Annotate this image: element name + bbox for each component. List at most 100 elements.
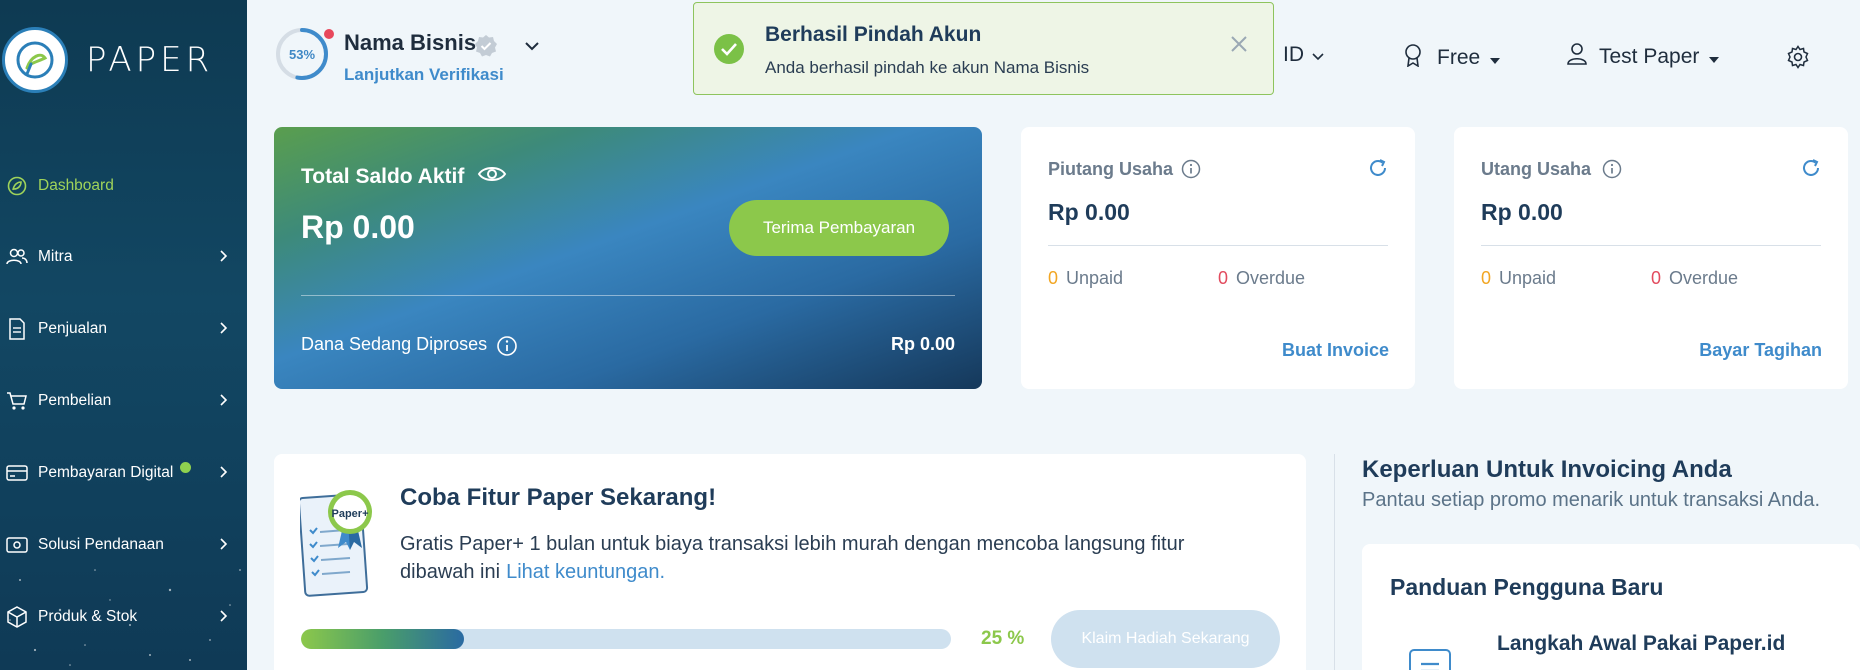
total-balance-card: Total Saldo Aktif Rp 0.00 Terima Pembaya…: [274, 127, 982, 389]
promo-title: Coba Fitur Paper Sekarang!: [400, 484, 717, 511]
sidebar-item-penjualan[interactable]: Penjualan: [0, 309, 247, 349]
guide-document-icon: [1408, 648, 1452, 670]
new-user-guide-card: Panduan Pengguna Baru Langkah Awal Pakai…: [1362, 544, 1860, 670]
success-toast: Berhasil Pindah Akun Anda berhasil pinda…: [693, 2, 1274, 95]
invoicing-subtitle: Pantau setiap promo menarik untuk transa…: [1362, 489, 1821, 511]
user-name: Test Paper: [1599, 45, 1700, 68]
refresh-icon[interactable]: [1367, 157, 1389, 184]
logo[interactable]: PAPER: [2, 27, 213, 93]
plan-label: Free: [1437, 46, 1481, 69]
payables-amount: Rp 0.00: [1481, 199, 1563, 225]
notification-dot: [324, 29, 334, 39]
chevron-right-icon: [220, 393, 228, 411]
business-name: Nama Bisnis: [344, 30, 477, 55]
receivables-amount: Rp 0.00: [1048, 199, 1130, 225]
chevron-right-icon: [220, 249, 228, 267]
gear-icon: [1786, 45, 1810, 75]
chevron-right-icon: [220, 465, 228, 483]
leaf-icon: [5, 174, 29, 198]
settings-button[interactable]: [1786, 45, 1810, 75]
medal-icon: [1403, 43, 1423, 73]
promo-progress-bar: [301, 629, 951, 649]
verification-percent: 53%: [288, 46, 316, 62]
processing-funds-label: Dana Sedang Diproses: [301, 334, 488, 354]
invoicing-title: Keperluan Untuk Invoicing Anda: [1362, 456, 1732, 483]
card-icon: [5, 461, 29, 485]
promo-description: Gratis Paper+ 1 bulan untuk biaya transa…: [400, 530, 1250, 586]
sidebar: PAPER Dashboard Mitra Penjualan Pembelia…: [0, 0, 247, 670]
paper-plus-badge: Paper+: [332, 508, 369, 520]
users-icon: [5, 245, 29, 269]
payables-card: Utang Usaha Rp 0.00 0 Unpaid 0 Overdue Bay…: [1454, 127, 1848, 389]
receive-payment-button[interactable]: Terima Pembayaran: [729, 200, 949, 256]
document-icon: [5, 317, 29, 341]
caret-down-icon: [1490, 46, 1501, 70]
unpaid-stat: 0 Unpaid: [1048, 268, 1123, 289]
processing-funds-amount: Rp 0.00: [890, 334, 955, 354]
info-icon[interactable]: [1181, 159, 1201, 184]
receivables-title: Piutang Usaha: [1048, 159, 1174, 179]
promo-progress-fill: [301, 629, 464, 649]
sidebar-item-label: Pembelian: [38, 392, 112, 409]
column-divider: [1334, 454, 1335, 670]
unpaid-count: 0: [1481, 268, 1492, 288]
check-circle-icon: [714, 34, 744, 64]
verified-badge-icon: [474, 34, 498, 63]
sidebar-item-dashboard[interactable]: Dashboard: [0, 166, 247, 206]
continue-verification-link[interactable]: Lanjutkan Verifikasi: [344, 65, 504, 85]
info-icon[interactable]: [1602, 159, 1622, 184]
try-feature-card: Paper+ Coba Fitur Paper Sekarang! Gratis…: [274, 454, 1306, 670]
paper-logo-icon: [2, 27, 68, 93]
checklist-award-illustration: Paper+: [300, 490, 372, 597]
see-benefits-link[interactable]: Lihat keuntungan.: [506, 561, 665, 583]
overdue-count: 0: [1218, 268, 1229, 288]
sidebar-item-label: Penjualan: [38, 320, 107, 337]
chevron-down-icon[interactable]: [524, 38, 540, 56]
sidebar-stars-decoration: [9, 569, 241, 666]
guide-title: Panduan Pengguna Baru: [1390, 574, 1664, 600]
overdue-stat: 0 Overdue: [1218, 268, 1305, 289]
sidebar-item-mitra[interactable]: Mitra: [0, 237, 247, 277]
plan-selector[interactable]: Free: [1403, 43, 1501, 73]
overdue-label: Overdue: [1669, 268, 1739, 288]
unpaid-label: Unpaid: [1499, 268, 1557, 288]
sidebar-item-label: Pembayaran Digital: [38, 464, 174, 481]
overdue-count: 0: [1651, 268, 1662, 288]
caret-down-icon: [1709, 45, 1720, 69]
unpaid-label: Unpaid: [1066, 268, 1124, 288]
sidebar-item-label: Dashboard: [38, 177, 114, 194]
payables-title: Utang Usaha: [1481, 159, 1592, 179]
divider: [1481, 245, 1821, 246]
eye-icon[interactable]: [477, 163, 507, 190]
create-invoice-link[interactable]: Buat Invoice: [1282, 340, 1389, 361]
balance-amount: Rp 0.00: [301, 209, 415, 245]
claim-reward-button[interactable]: Klaim Hadiah Sekarang: [1051, 610, 1280, 668]
balance-title: Total Saldo Aktif: [301, 165, 465, 188]
overdue-stat: 0 Overdue: [1651, 268, 1738, 289]
close-icon[interactable]: [1230, 35, 1248, 58]
toast-message: Anda berhasil pindah ke akun Nama Bisnis: [765, 58, 1090, 77]
divider: [301, 295, 955, 296]
guide-item-first-steps[interactable]: Langkah Awal Pakai Paper.id: [1497, 632, 1785, 656]
sidebar-item-label: Mitra: [38, 248, 73, 265]
user-menu[interactable]: Test Paper: [1567, 43, 1720, 71]
sidebar-item-pembelian[interactable]: Pembelian: [0, 381, 247, 421]
unpaid-count: 0: [1048, 268, 1059, 288]
divider: [1048, 245, 1388, 246]
toast-title: Berhasil Pindah Akun: [765, 23, 982, 46]
user-icon: [1567, 43, 1587, 71]
cart-icon: [5, 389, 29, 413]
refresh-icon[interactable]: [1800, 157, 1822, 184]
receivables-card: Piutang Usaha Rp 0.00 0 Unpaid 0 Overdue B…: [1021, 127, 1415, 389]
unpaid-stat: 0 Unpaid: [1481, 268, 1556, 289]
pay-bill-link[interactable]: Bayar Tagihan: [1699, 340, 1822, 361]
new-badge-dot: [180, 462, 191, 473]
language-label: ID: [1283, 43, 1304, 66]
sidebar-item-pembayaran-digital[interactable]: Pembayaran Digital: [0, 453, 247, 493]
info-icon[interactable]: [496, 335, 518, 362]
promo-progress-percent: 25 %: [981, 628, 1025, 649]
language-selector[interactable]: ID: [1283, 43, 1324, 67]
logo-text: PAPER: [86, 40, 214, 80]
overdue-label: Overdue: [1236, 268, 1306, 288]
chevron-right-icon: [220, 321, 228, 339]
